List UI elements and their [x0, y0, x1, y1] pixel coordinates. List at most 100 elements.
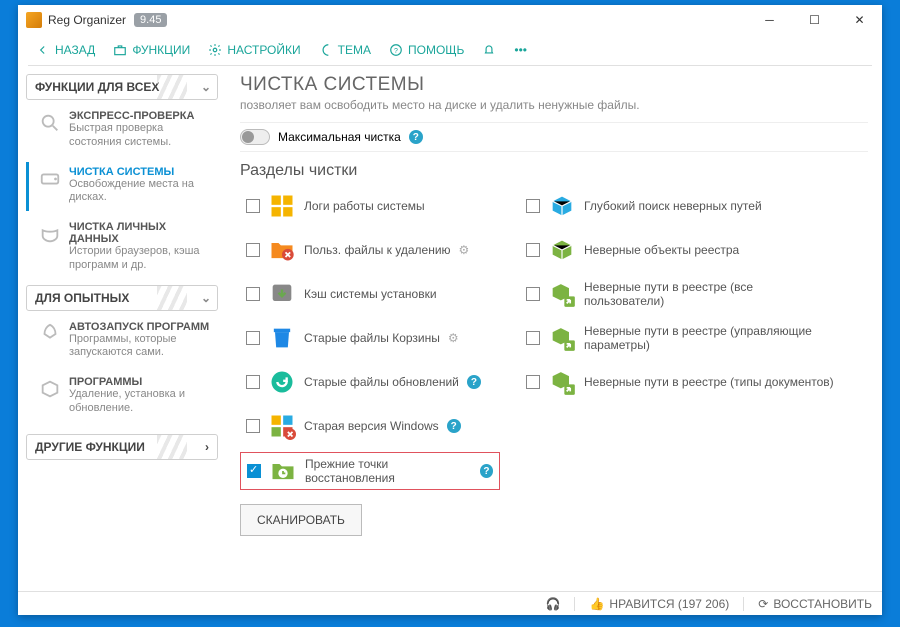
item-label: Неверные пути в реестре (все пользовател… [584, 280, 834, 308]
notify-button[interactable] [474, 39, 504, 61]
item-label: Кэш системы установки [304, 287, 437, 301]
cube-arrow-icon [548, 324, 576, 352]
clean-item[interactable]: Старые файлы обновлений ? [240, 364, 500, 400]
page-title: ЧИСТКА СИСТЕМЫ [240, 74, 868, 96]
maximize-button[interactable]: ☐ [792, 5, 837, 35]
dots-icon: ••• [514, 43, 527, 57]
item-label: Старые файлы обновлений [304, 375, 459, 389]
max-clean-toggle[interactable] [240, 129, 270, 145]
other-functions-button[interactable]: ДРУГИЕ ФУНКЦИИ› [26, 434, 218, 460]
scan-button[interactable]: СКАНИРОВАТЬ [240, 504, 362, 536]
restore-icon: ⟳ [758, 597, 768, 611]
checkbox[interactable] [526, 287, 540, 301]
minimize-button[interactable]: ─ [747, 5, 792, 35]
clean-item[interactable]: Логи работы системы [240, 188, 500, 224]
cube-arrow-icon [548, 368, 576, 396]
nav-express-check[interactable]: ЭКСПРЕСС-ПРОВЕРКАБыстрая проверка состоя… [26, 106, 218, 156]
titlebar: Reg Organizer 9.45 ─ ☐ ✕ [18, 5, 882, 35]
item-label: Неверные объекты реестра [584, 243, 739, 257]
restore-button[interactable]: ⟳ВОССТАНОВИТЬ [758, 597, 872, 611]
clean-item[interactable]: Неверные пути в реестре (типы документов… [520, 364, 840, 400]
clean-item[interactable]: Польз. файлы к удалению ⚙ [240, 232, 500, 268]
clean-item[interactable]: Глубокий поиск неверных путей [520, 188, 840, 224]
clean-item[interactable]: Кэш системы установки [240, 276, 500, 312]
checkbox[interactable] [247, 464, 261, 478]
sidebar: ФУНКЦИИ ДЛЯ ВСЕХ⌄ ЭКСПРЕСС-ПРОВЕРКАБыстр… [18, 66, 218, 591]
checkbox[interactable] [246, 243, 260, 257]
clean-item[interactable]: Старые файлы Корзины ⚙ [240, 320, 500, 356]
settings-button[interactable]: НАСТРОЙКИ [200, 39, 308, 61]
close-button[interactable]: ✕ [837, 5, 882, 35]
nav-personal-clean[interactable]: ЧИСТКА ЛИЧНЫХ ДАННЫХИстории браузеров, к… [26, 217, 218, 279]
checkbox[interactable] [246, 419, 260, 433]
checkbox[interactable] [526, 199, 540, 213]
functions-button[interactable]: ФУНКЦИИ [105, 39, 198, 61]
clean-item[interactable]: Прежние точки восстановления ? [240, 452, 500, 490]
restore-icon [269, 457, 297, 485]
help-button[interactable]: ?ПОМОЩЬ [381, 39, 472, 61]
help-icon: ? [389, 43, 403, 57]
app-version: 9.45 [134, 13, 167, 27]
app-name: Reg Organizer [48, 13, 126, 27]
help-icon[interactable]: ? [480, 464, 493, 478]
clean-item[interactable]: Неверные объекты реестра [520, 232, 840, 268]
svg-text:?: ? [394, 48, 398, 55]
back-button[interactable]: НАЗАД [28, 39, 103, 61]
nav-programs[interactable]: ПРОГРАММЫУдаление, установка и обновлени… [26, 372, 218, 422]
clean-item[interactable]: Старая версия Windows ? [240, 408, 500, 444]
sections-title: Разделы чистки [240, 162, 868, 180]
help-icon[interactable]: ? [467, 375, 481, 389]
checkbox[interactable] [246, 331, 260, 345]
help-icon[interactable]: ? [447, 419, 461, 433]
gear-icon[interactable]: ⚙ [459, 243, 470, 257]
clean-item[interactable]: Неверные пути в реестре (все пользовател… [520, 276, 840, 312]
magnifier-icon [39, 112, 61, 134]
chevron-down-icon: ⌄ [201, 80, 211, 94]
moon-icon [319, 43, 333, 57]
bin-icon [268, 324, 296, 352]
checkbox[interactable] [526, 375, 540, 389]
disk-icon [39, 168, 61, 190]
clean-item[interactable]: Неверные пути в реестре (управляющие пар… [520, 320, 840, 356]
cube-icon [548, 192, 576, 220]
cube-arrow-icon [548, 280, 576, 308]
section-all-header[interactable]: ФУНКЦИИ ДЛЯ ВСЕХ⌄ [26, 74, 218, 100]
thumbs-up-icon: 👍 [589, 597, 604, 611]
item-label: Польз. файлы к удалению [304, 243, 451, 257]
windows-x-icon [268, 412, 296, 440]
statusbar: 🎧 👍НРАВИТСЯ (197 206) ⟳ВОССТАНОВИТЬ [18, 591, 882, 615]
checkbox[interactable] [246, 375, 260, 389]
clean-items-right: Глубокий поиск неверных путей Неверные о… [520, 188, 840, 490]
help-icon[interactable]: ? [409, 130, 423, 144]
refresh-icon [268, 368, 296, 396]
nav-autorun[interactable]: АВТОЗАПУСК ПРОГРАММПрограммы, которые за… [26, 317, 218, 367]
checkbox[interactable] [526, 331, 540, 345]
chevron-right-icon: › [205, 440, 209, 454]
briefcase-icon [113, 43, 127, 57]
item-label: Неверные пути в реестре (управляющие пар… [584, 324, 834, 352]
checkbox[interactable] [246, 199, 260, 213]
item-label: Глубокий поиск неверных путей [584, 199, 762, 213]
gear-icon[interactable]: ⚙ [448, 331, 459, 345]
item-label: Старая версия Windows [304, 419, 439, 433]
support-button[interactable]: 🎧 [546, 597, 561, 611]
like-button[interactable]: 👍НРАВИТСЯ (197 206) [589, 597, 729, 611]
theme-button[interactable]: ТЕМА [311, 39, 379, 61]
section-adv-header[interactable]: ДЛЯ ОПЫТНЫХ⌄ [26, 285, 218, 311]
box-icon [39, 378, 61, 400]
bell-icon [482, 43, 496, 57]
checkbox[interactable] [526, 243, 540, 257]
page-subtitle: позволяет вам освободить место на диске … [240, 98, 868, 112]
item-label: Прежние точки восстановления [305, 457, 472, 485]
more-button[interactable]: ••• [506, 39, 535, 61]
max-clean-label: Максимальная чистка [278, 130, 401, 144]
clean-items-left: Логи работы системы Польз. файлы к удале… [240, 188, 500, 490]
item-label: Старые файлы Корзины [304, 331, 440, 345]
folder-x-icon [268, 236, 296, 264]
windows-icon [268, 192, 296, 220]
headset-icon: 🎧 [546, 597, 561, 611]
gear-icon [208, 43, 222, 57]
checkbox[interactable] [246, 287, 260, 301]
cube-icon [548, 236, 576, 264]
nav-system-clean[interactable]: ЧИСТКА СИСТЕМЫОсвобождение места на диск… [26, 162, 218, 212]
